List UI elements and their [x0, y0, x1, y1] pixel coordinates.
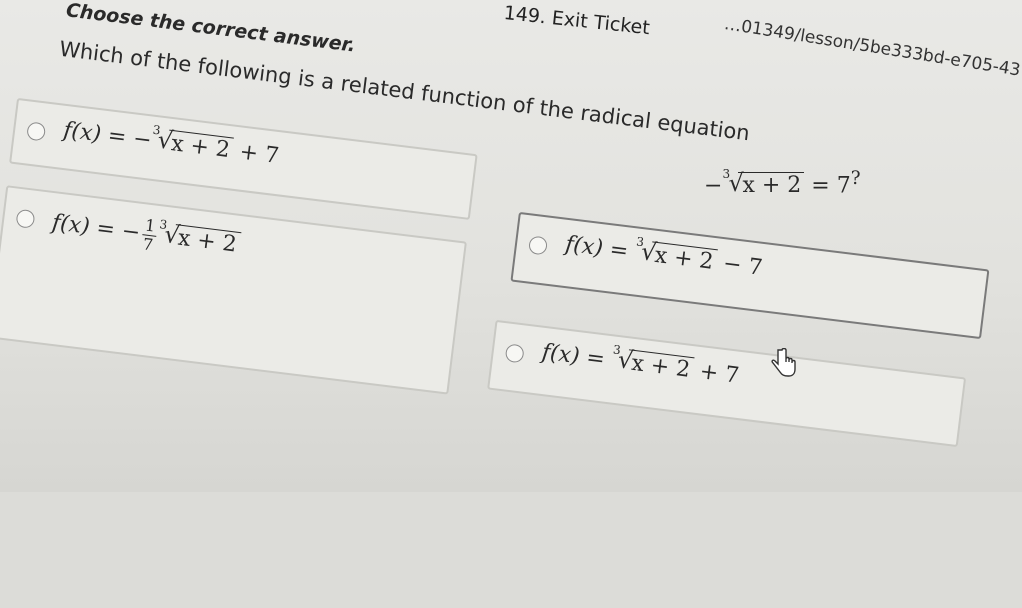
answer-option-b[interactable]: f(x) = −1 7 3 √ x + 2 [0, 185, 467, 395]
page-title: 149. Exit Ticket [502, 2, 651, 40]
answer-option-d[interactable]: f(x) = 3 √ x + 2 + 7 [487, 319, 967, 448]
cube-root: 3 √ x + 2 [159, 217, 242, 259]
fraction: 17 [141, 215, 159, 255]
radio-button[interactable] [504, 343, 525, 364]
cube-root: 3 √ x + 2 [612, 342, 695, 384]
radio-button[interactable] [15, 208, 36, 229]
answer-option-c[interactable]: f(x) = 3 √ x + 2 − 7 [510, 211, 990, 340]
cube-root: 3 √ x + 2 [152, 123, 235, 164]
url-bar[interactable]: …01349/lesson/5be333bd-e705-4393 [721, 14, 1022, 91]
option-formula: f(x) = 3 √ x + 2 − 7 [563, 231, 764, 281]
radio-button[interactable] [527, 235, 549, 256]
option-formula: f(x) = −3 √ x + 2 + 7 [61, 117, 281, 170]
option-formula: f(x) = 3 √ x + 2 + 7 [540, 339, 741, 389]
radical-equation: −3 √ x + 2 = 7? [704, 167, 861, 199]
question-panel: Choose the correct answer. Which of the … [0, 0, 1016, 608]
option-formula: f(x) = −1 7 3 √ x + 2 [50, 205, 242, 264]
hand-pointer-icon [771, 348, 796, 377]
lesson-page: 149. Exit Ticket …01349/lesson/5be333bd-… [0, 0, 1022, 492]
radio-button[interactable] [26, 121, 47, 142]
cube-root: 3 √ x + 2 [635, 234, 718, 276]
cube-root: 3 √ x + 2 [722, 167, 805, 199]
